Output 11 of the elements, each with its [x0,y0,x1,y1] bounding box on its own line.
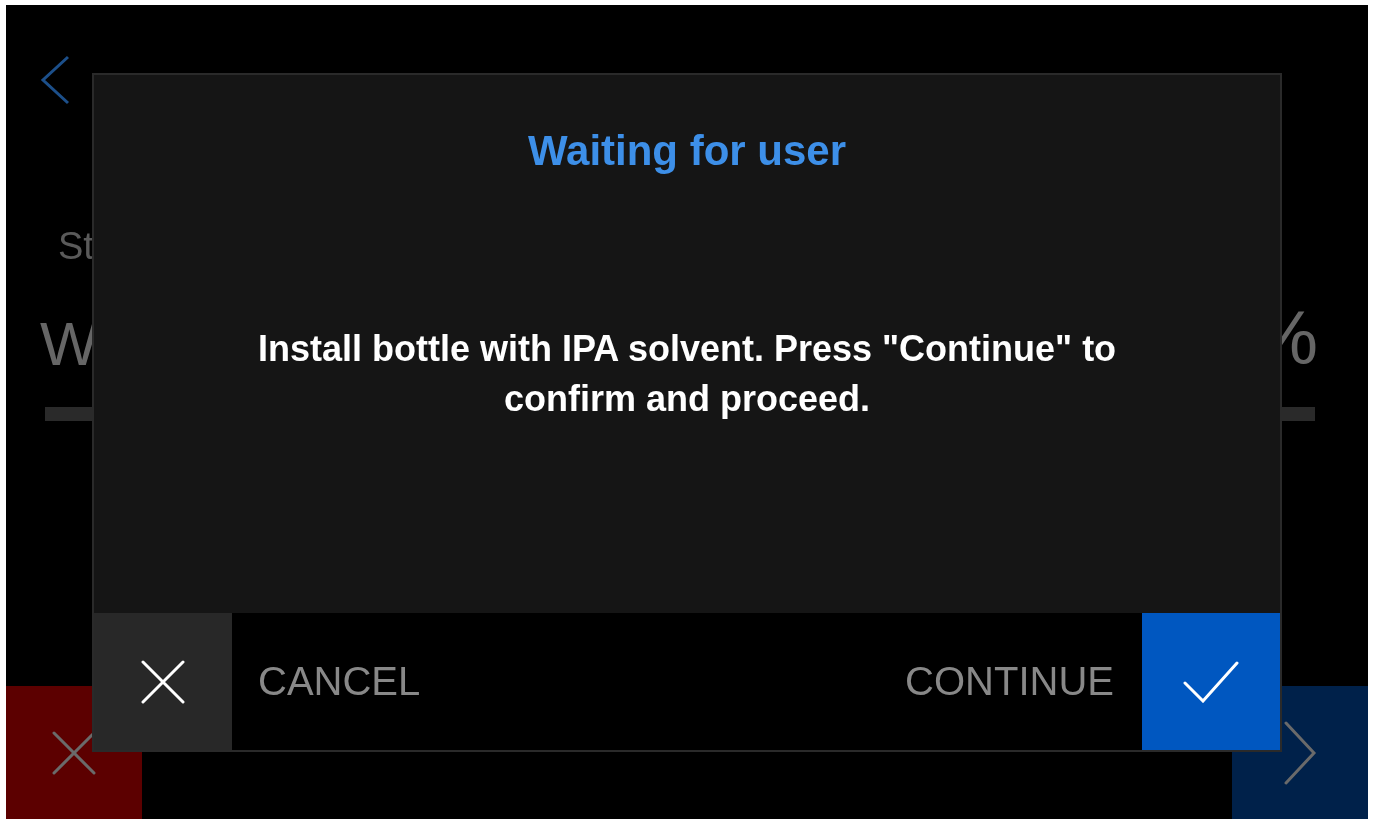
continue-button[interactable]: CONTINUE [905,613,1142,750]
chevron-right-icon [1283,720,1317,785]
close-icon [141,659,185,704]
dialog-title: Waiting for user [527,127,847,175]
cancel-button[interactable]: CANCEL [232,613,906,750]
cancel-icon-button[interactable] [94,613,232,750]
status-label: St [58,225,95,269]
checkmark-icon [1183,660,1239,703]
back-chevron-icon[interactable] [40,55,70,105]
close-icon [52,730,96,775]
dialog-message: Install bottle with IPA solvent. Press "Continue" to confirm and proceed. [256,326,1118,421]
